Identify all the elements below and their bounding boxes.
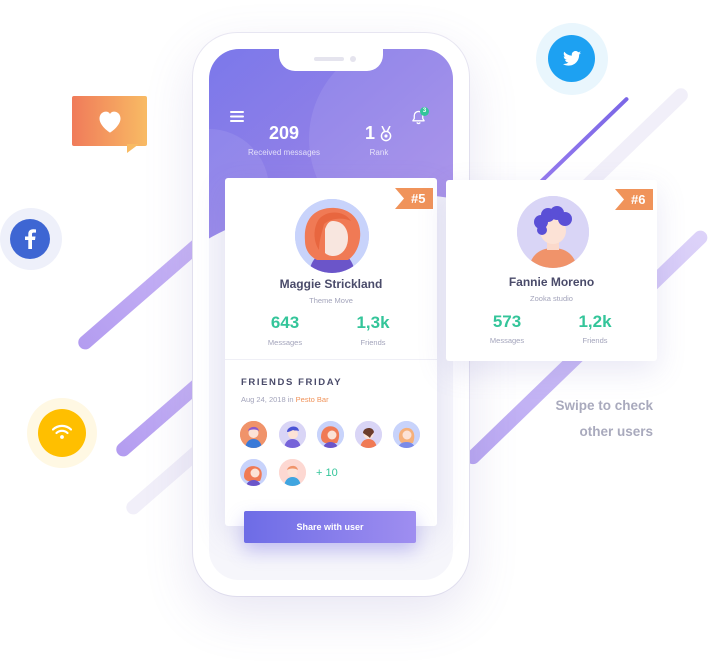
twitter-button[interactable] [536,23,608,95]
event-date: Aug 24, 2018 in Pesto Bar [241,395,329,404]
event-venue-link[interactable]: Pesto Bar [296,395,329,404]
messages-label: Messages [267,338,303,347]
wifi-button[interactable] [27,398,97,468]
messages-count: 643 [270,313,300,332]
user-company: Theme Move [309,296,353,305]
user-card-current[interactable]: #5 Maggie Strickland Theme Move 643 Mess… [225,178,437,526]
event-date-text: Aug 24, 2018 in [241,395,296,404]
user-name: Maggie Strickland [279,277,383,291]
avatar [295,199,369,273]
rank-badge: #6 [615,189,654,210]
rank-badge: #5 [395,188,434,209]
friend-avatar[interactable] [279,459,306,486]
notification-count-badge: 3 [420,107,429,116]
swipe-hint-line1: Swipe to check [555,398,653,413]
share-with-user-button[interactable]: Share with user [244,511,416,543]
friend-avatar[interactable] [279,421,306,448]
received-messages-label: Received messages [247,148,321,157]
received-messages-value: 209 [268,123,300,143]
heart-icon [99,111,121,133]
friends-label: Friends [360,338,386,347]
messages-count: 573 [492,312,522,331]
rank-stat: 1 [359,123,399,145]
wifi-icon [52,424,72,439]
friend-avatar[interactable] [393,421,420,448]
friend-avatar[interactable] [317,421,344,448]
more-friends-count[interactable]: + 10 [316,467,338,479]
facebook-icon [25,229,36,249]
hamburger-icon[interactable] [230,111,244,122]
user-company: Zooka studio [530,294,573,303]
rank-label: Rank [369,148,389,157]
user-name: Fannie Moreno [508,275,595,289]
friends-friday-title: FRIENDS FRIDAY [241,377,343,388]
friend-avatar[interactable] [240,421,267,448]
friends-label: Friends [582,336,608,345]
rank-value: 1 [365,123,376,143]
notification-button[interactable]: 3 [411,107,431,127]
twitter-icon [563,51,581,66]
friend-avatar[interactable] [355,421,382,448]
friend-avatar[interactable] [240,459,267,486]
avatar [517,196,589,268]
friends-count: 1,2k [578,312,612,331]
divider [225,359,437,360]
medal-icon [380,126,392,142]
phone-notch [279,49,383,71]
messages-label: Messages [489,336,525,345]
swipe-hint-line2: other users [579,424,653,439]
user-card-next[interactable]: #6 Fannie Moreno Zooka studio 573 Messag… [446,180,657,361]
facebook-button[interactable] [0,208,62,270]
heart-badge [72,96,147,153]
friends-count: 1,3k [356,313,390,332]
